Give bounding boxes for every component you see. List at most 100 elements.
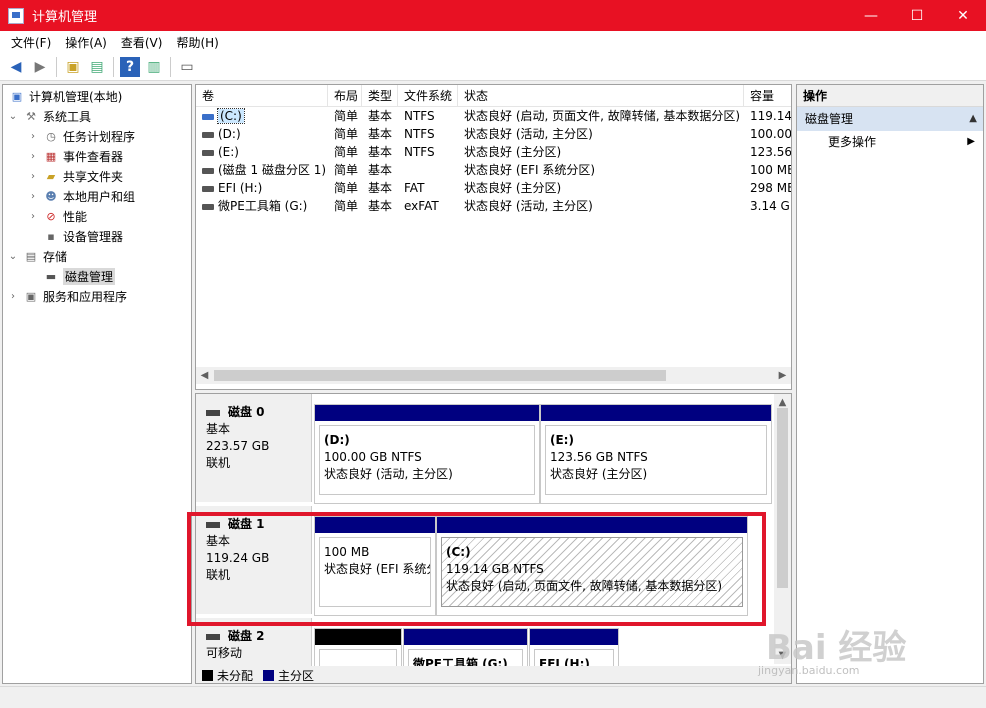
partition-e[interactable]: (E:) 123.56 GB NTFS 状态良好 (主分区) [540,404,772,504]
volume-icon [202,167,214,174]
chevron-right-icon[interactable]: › [27,131,39,142]
column-header-capacity[interactable]: 容量 [744,85,791,107]
back-arrow-icon[interactable]: ◀ [6,57,26,77]
table-row[interactable]: (磁盘 1 磁盘分区 1) 简单 基本 状态良好 (EFI 系统分区) 100 … [196,161,791,179]
watermark-url: jingyan.baidu.com [758,664,860,677]
column-header-layout[interactable]: 布局 [328,85,362,107]
menu-view[interactable]: 查看(V) [114,34,170,51]
more-actions[interactable]: 更多操作 ▶ [797,131,983,153]
properties-icon[interactable]: ▭ [177,57,197,77]
volume-name: (C:) [217,108,245,124]
column-header-volume[interactable]: 卷 [196,85,328,107]
partition-efi-system[interactable]: 100 MB 状态良好 (EFI 系统分 [314,516,436,616]
scrollbar-thumb[interactable] [214,370,666,381]
tree-item-shared-folders[interactable]: › ▰ 共享文件夹 [27,166,123,186]
table-row[interactable]: (D:) 简单 基本 NTFS 状态良好 (活动, 主分区) 100.00 [196,125,791,143]
tree-item-computer-management[interactable]: ▣ 计算机管理(本地) [5,86,123,106]
computer-icon: ▣ [11,89,23,103]
watermark-logo: Bai 经验 [766,628,907,668]
primary-partition-bar [315,405,539,421]
disk-icon: ▬ [45,269,57,283]
disk-info[interactable]: 磁盘 0 基本 223.57 GB 联机 [196,394,312,502]
primary-partition-bar [541,405,771,421]
chevron-down-icon[interactable]: ⌄ [7,111,19,122]
toolbar: ◀ ▶ ▣ ▤ ? ▥ ▭ [0,53,986,81]
partition-d[interactable]: (D:) 100.00 GB NTFS 状态良好 (活动, 主分区) [314,404,540,504]
chevron-right-icon: ▶ [967,136,975,147]
show-tree-icon[interactable]: ▤ [87,57,107,77]
scroll-right-icon[interactable]: ▶ [774,367,791,384]
volume-name: (磁盘 1 磁盘分区 1) [218,163,327,177]
disk-icon [206,409,220,416]
actions-section-disk-management[interactable]: 磁盘管理 ▲ [797,107,983,131]
event-viewer-icon: ▦ [45,149,57,163]
menu-help[interactable]: 帮助(H) [169,34,225,51]
toolbar-separator [113,56,114,77]
collapse-up-icon[interactable]: ▲ [969,107,977,131]
chevron-down-icon[interactable]: ⌄ [7,251,19,262]
volume-icon [202,203,214,210]
scrollbar-thumb[interactable] [777,408,788,588]
unallocated-bar [315,629,401,645]
toolbar-separator [56,56,57,77]
services-icon: ▣ [25,289,37,303]
disk-icon [206,521,220,528]
computer-management-icon [8,7,24,24]
chevron-right-icon[interactable]: › [27,171,39,182]
selected-partition-body: (C:) 119.14 GB NTFS 状态良好 (启动, 页面文件, 故障转储… [441,537,743,607]
chevron-right-icon[interactable]: › [27,191,39,202]
table-row[interactable]: EFI (H:) 简单 基本 FAT 状态良好 (主分区) 298 ME [196,179,791,197]
volume-name: (E:) [218,145,239,159]
window-controls: — ☐ ✕ [848,0,986,31]
unallocated-swatch [202,669,213,681]
forward-arrow-icon[interactable]: ▶ [30,57,50,77]
partition-c[interactable]: (C:) 119.14 GB NTFS 状态良好 (启动, 页面文件, 故障转储… [436,516,748,616]
minimize-button[interactable]: — [848,0,894,31]
tree-item-performance[interactable]: › ⊘ 性能 [27,206,87,226]
menu-file[interactable]: 文件(F) [4,34,58,51]
tools-icon: ⚒ [26,109,36,123]
chevron-right-icon[interactable]: › [7,291,19,302]
tree-item-storage[interactable]: ⌄ ▤ 存储 [7,246,67,266]
help-icon[interactable]: ? [120,56,140,77]
primary-partition-bar [530,629,618,645]
chevron-right-icon[interactable]: › [27,151,39,162]
column-header-type[interactable]: 类型 [362,85,398,107]
users-icon: ☻ [45,189,57,203]
table-row[interactable]: (E:) 简单 基本 NTFS 状态良好 (主分区) 123.56 [196,143,791,161]
title-bar: 计算机管理 — ☐ ✕ [0,0,986,31]
shared-folder-icon: ▰ [46,169,56,183]
disk-info[interactable]: 磁盘 1 基本 119.24 GB 联机 [196,506,312,614]
volume-name: 微PE工具箱 (G:) [218,199,308,213]
volume-icon [202,131,214,138]
maximize-button[interactable]: ☐ [894,0,940,31]
close-button[interactable]: ✕ [940,0,986,31]
table-row[interactable]: 微PE工具箱 (G:) 简单 基本 exFAT 状态良好 (活动, 主分区) 3… [196,197,791,215]
horizontal-scrollbar[interactable]: ◀ ▶ [196,367,791,384]
volume-list-header: 卷 布局 类型 文件系统 状态 容量 [196,85,791,107]
show-action-pane-icon[interactable]: ▥ [144,57,164,77]
tree-item-event-viewer[interactable]: › ▦ 事件查看器 [27,146,123,166]
column-header-filesystem[interactable]: 文件系统 [398,85,458,107]
up-folder-icon[interactable]: ▣ [63,57,83,77]
scroll-left-icon[interactable]: ◀ [196,367,213,384]
tree-item-task-scheduler[interactable]: › ◷ 任务计划程序 [27,126,135,146]
watermark: Bai 经验 jingyan.baidu.com [758,600,986,686]
tree-item-device-manager[interactable]: ▪ 设备管理器 [27,226,123,246]
column-header-status[interactable]: 状态 [458,85,744,107]
disk-row: 磁盘 1 基本 119.24 GB 联机 100 MB 状态良好 (EFI 系统… [196,506,774,616]
legend-unallocated: 未分配 [217,668,254,683]
table-row[interactable]: (C:) 简单 基本 NTFS 状态良好 (启动, 页面文件, 故障转储, 基本… [196,107,791,125]
disk-icon [206,633,220,640]
primary-partition-bar [437,517,747,533]
tree-item-local-users-groups[interactable]: › ☻ 本地用户和组 [27,186,135,206]
tree-item-system-tools[interactable]: ⌄ ⚒ 系统工具 [7,106,91,126]
actions-pane: 操作 磁盘管理 ▲ 更多操作 ▶ [796,84,984,684]
device-manager-icon: ▪ [47,229,55,243]
tree-item-services-applications[interactable]: › ▣ 服务和应用程序 [7,286,127,306]
menu-action[interactable]: 操作(A) [58,34,114,51]
chevron-right-icon[interactable]: › [27,211,39,222]
actions-header: 操作 [797,85,983,107]
tree-item-disk-management[interactable]: ▬ 磁盘管理 [27,266,116,286]
volume-icon [202,113,214,120]
